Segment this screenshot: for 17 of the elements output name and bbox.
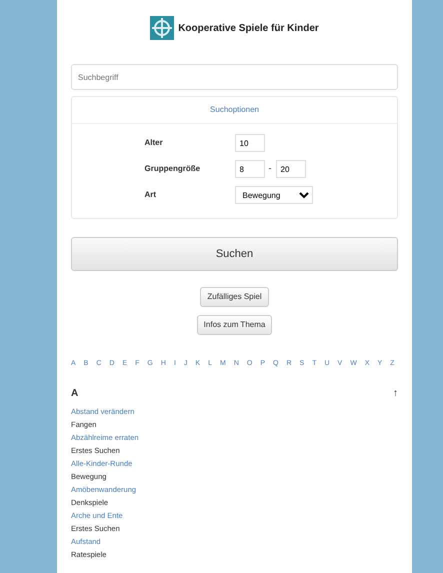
action-button[interactable]: Zufälliges Spiel [200,287,269,307]
range-separator: - [268,162,272,176]
group-size-label: Gruppengröße [144,163,202,175]
age-label: Alter [144,137,164,149]
type-label: Art [144,189,158,201]
logo-icon [150,16,174,40]
max-field[interactable]: 20 [276,160,306,178]
search-button[interactable]: Suchen [71,237,398,271]
section-heading: A [71,386,78,400]
age-field[interactable]: 10 [234,134,264,152]
type-select[interactable]: Bewegung [234,186,312,204]
min-field[interactable]: 8 [234,160,264,178]
site-title: Kooperative Spiele für Kinder [178,22,319,36]
action-button[interactable]: Infos zum Thema [196,315,272,335]
back-to-top-link[interactable]: ↑ [393,386,398,400]
options-link[interactable]: Suchoptionen [72,97,397,124]
search-field[interactable]: Suchbegriff [71,64,398,90]
